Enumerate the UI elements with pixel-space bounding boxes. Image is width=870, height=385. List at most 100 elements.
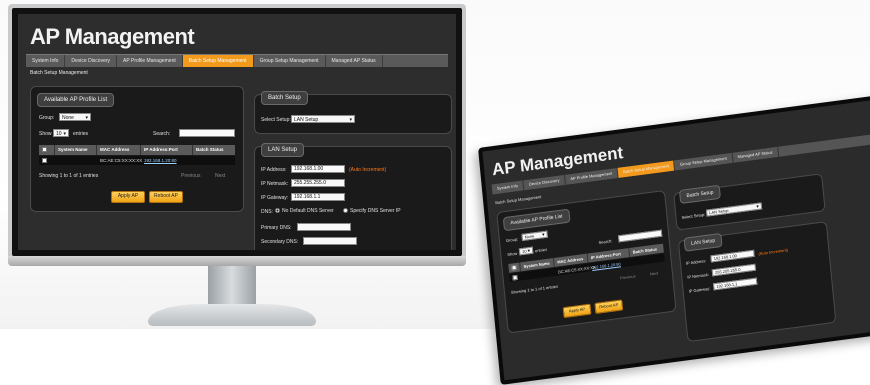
select-setup-dropdown[interactable]: LAN Setup [291,115,355,124]
dns-option-specify-label: Specify DNS Server IP [350,208,401,214]
tab-system-info[interactable]: System Info [26,55,66,67]
secondary-group-select[interactable]: None [521,230,548,241]
secondary-group-label: Group: [505,236,519,244]
pagination-next[interactable]: Next [215,173,225,179]
secondary-dns-input[interactable] [303,237,357,245]
main-tab-bar: System Info Device Discovery AP Profile … [26,54,448,67]
secondary-show-label: Show [507,250,518,258]
search-label: Search: [153,131,171,137]
product-photo-background: AP Management System Info Device Discove… [0,0,870,385]
batch-setup-panel: Batch Setup Select Setup: LAN Setup [254,91,452,134]
secondary-netmask-input[interactable]: 255.255.255.0 [711,263,757,277]
secondary-row-checkbox[interactable] [509,274,521,281]
ip-gateway-input[interactable]: 192.168.1.1 [291,193,345,201]
ip-address-input[interactable]: 192.168.1.00 [291,165,345,173]
auto-increment-note: (Auto Increment) [349,167,387,173]
secondary-tab-system-info[interactable]: System Info [491,180,525,195]
secondary-next[interactable]: Next [650,270,659,276]
row-ip-link[interactable]: 192.168.1.20:80 [141,158,193,163]
radio-icon [275,208,280,214]
ip-gateway-label: IP Gateway: [261,195,289,201]
tab-ap-profile-management[interactable]: AP Profile Management [117,55,183,67]
table-row[interactable]: BC:AE:C5:XX:XX:XX 192.168.1.20:80 [39,156,235,165]
page-title: Batch Setup Management [30,70,88,76]
secondary-gateway-label: IP Gateway: [688,285,711,294]
secondary-batch-setup-panel: Batch Setup Select Setup: LAN Setup [673,173,826,231]
col-ip-address-port[interactable]: IP Address:Port [141,145,193,155]
entries-label: entries [73,131,89,137]
secondary-row-status [631,258,665,262]
secondary-tab-group-setup-management[interactable]: Group Setup Management [674,152,734,171]
select-setup-label: Select Setup: [261,117,291,123]
secondary-display: AP Management System Info Device Discove… [478,93,870,385]
row-mac-address: BC:AE:C5:XX:XX:XX [100,158,143,163]
secondary-select-all[interactable] [508,262,522,273]
tab-device-discovery[interactable]: Device Discovery [65,55,118,67]
secondary-tab-batch-setup-management[interactable]: Batch Setup Management [617,160,676,178]
secondary-page-title: Batch Setup Management [495,194,542,206]
show-entries-select[interactable]: 10 [53,129,69,138]
col-system-name[interactable]: System Name [55,145,97,155]
secondary-gateway-input[interactable]: 192.168.1.1 [713,277,758,291]
secondary-reboot-ap-button[interactable]: Reboot AP [594,299,624,314]
group-label: Group: [39,115,55,121]
secondary-profile-panel: Available AP Profile List Group: None Sh… [496,189,677,334]
available-ap-profile-panel: Available AP Profile List Group: None Sh… [30,86,244,212]
dns-option-specify[interactable]: Specify DNS Server IP [343,208,401,214]
secondary-tab-device-discovery[interactable]: Device Discovery [523,174,566,191]
secondary-profile-heading: Available AP Profile List [502,208,571,232]
ip-address-label: IP Address: [261,167,287,173]
available-ap-profile-heading: Available AP Profile List [37,93,115,107]
secondary-search-label: Search: [598,238,613,245]
secondary-auto-increment-note: (Auto Increment) [758,247,789,257]
secondary-row-mac: BC:AE:C5:XX:XX:XX [557,264,596,274]
tab-group-setup-management[interactable]: Group Setup Management [254,55,326,67]
lan-setup-heading: LAN Setup [261,143,305,157]
secondary-showing-info: Showing 1 to 1 of 1 entries [510,283,559,295]
col-batch-status[interactable]: Batch Status [193,145,235,155]
group-select[interactable]: None [59,113,91,122]
apply-ap-button[interactable]: Apply AP [111,191,145,203]
tab-batch-setup-management[interactable]: Batch Setup Management [182,55,254,67]
app-title: AP Management [30,24,195,49]
tab-managed-ap-status[interactable]: Managed AP Status [326,55,383,67]
secondary-search-input[interactable] [618,229,663,243]
monitor-bezel: AP Management System Info Device Discove… [12,8,462,256]
secondary-select-setup-label: Select Setup: [681,211,706,220]
desktop-monitor: AP Management System Info Device Discove… [8,4,466,266]
row-checkbox[interactable] [39,158,55,164]
search-input[interactable] [179,129,235,137]
reboot-ap-button[interactable]: Reboot AP [149,191,183,203]
secondary-lan-setup-panel: LAN Setup IP Address: 192.168.1.00 (Auto… [677,221,837,343]
pagination-previous[interactable]: Previous [181,173,200,179]
lan-setup-panel: LAN Setup IP Address: 192.168.1.00 (Auto… [254,143,452,250]
select-all-checkbox[interactable] [39,145,55,155]
primary-dns-label: Primary DNS: [261,225,292,231]
secondary-apply-ap-button[interactable]: Apply AP [562,303,592,319]
show-label: Show [39,131,52,137]
dns-option-no-default[interactable]: No Default DNS Server [275,208,334,214]
dns-label: DNS: [261,209,273,215]
batch-setup-heading: Batch Setup [261,91,308,105]
secondary-show-select[interactable]: 10 [518,246,534,256]
secondary-screen: AP Management System Info Device Discove… [482,97,870,381]
secondary-select-setup-dropdown[interactable]: LAN Setup [705,202,763,217]
monitor-screen: AP Management System Info Device Discove… [18,14,456,250]
secondary-tab-ap-profile-management[interactable]: AP Profile Management [565,167,619,185]
ip-netmask-label: IP Netmask: [261,181,289,187]
secondary-lan-setup-heading: LAN Setup [683,232,723,252]
col-mac-address[interactable]: MAC Address [97,145,141,155]
secondary-tab-managed-ap-status[interactable]: Managed AP Status [732,146,780,163]
secondary-entries-label: entries [534,246,548,254]
secondary-dns-label: Secondary DNS: [261,239,299,245]
secondary-row-system-name [522,272,556,276]
ip-netmask-input[interactable]: 255.255.255.0 [291,179,345,187]
secondary-ip-input[interactable]: 192.168.1.00 [710,249,755,263]
dns-option-no-default-label: No Default DNS Server [282,208,334,214]
primary-dns-input[interactable] [297,223,351,231]
monitor-stand-neck [208,266,256,308]
secondary-prev[interactable]: Previous [620,273,636,280]
showing-entries-info: Showing 1 to 1 of 1 entries [39,173,99,179]
secondary-netmask-label: IP Netmask: [687,271,710,280]
secondary-batch-setup-heading: Batch Setup [678,184,722,205]
